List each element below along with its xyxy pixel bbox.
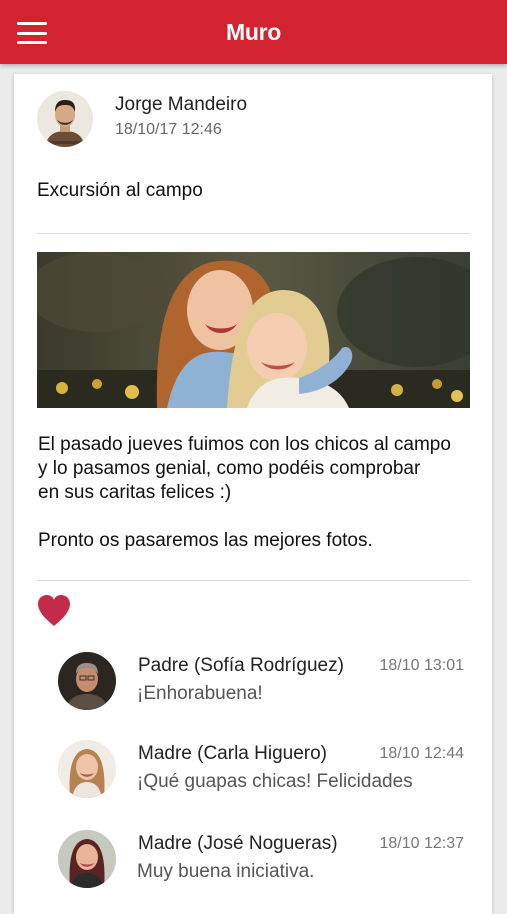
comment-item: Madre (José Nogueras) 18/10 12:37 Muy bu… [58, 830, 478, 900]
post-body-line: Pronto os pasaremos las mejores fotos. [38, 530, 373, 551]
comment-author[interactable]: Madre (Carla Higuero) [138, 743, 327, 765]
heart-icon[interactable] [36, 594, 72, 628]
divider [37, 233, 470, 234]
comment-item: Madre (Carla Higuero) 18/10 12:44 ¡Qué g… [58, 740, 478, 810]
comment-item: Padre (Sofía Rodríguez) 18/10 13:01 ¡Enh… [58, 652, 478, 722]
divider [37, 580, 470, 581]
post-body-line: y lo pasamos genial, como podéis comprob… [38, 458, 421, 479]
comment-author[interactable]: Padre (Sofía Rodríguez) [138, 655, 344, 677]
comment-text: Muy buena iniciativa. [137, 861, 315, 882]
post-photo[interactable] [37, 252, 470, 408]
comment-text: ¡Enhorabuena! [137, 683, 263, 704]
commenter-avatar[interactable] [58, 830, 116, 888]
comment-author[interactable]: Madre (José Nogueras) [138, 833, 338, 855]
app-bar: Muro [0, 0, 507, 64]
post-body-line: El pasado jueves fuimos con los chicos a… [38, 434, 451, 455]
comment-text: ¡Qué guapas chicas! Felicidades [137, 771, 413, 792]
post-date: 18/10/17 12:46 [115, 121, 222, 138]
post-title: Excursión al campo [37, 180, 203, 201]
author-avatar[interactable] [37, 91, 93, 147]
author-name[interactable]: Jorge Mandeiro [115, 94, 247, 116]
page-title: Muro [225, 19, 281, 45]
comment-time: 18/10 13:01 [379, 657, 464, 674]
comment-time: 18/10 12:44 [379, 745, 464, 762]
post-body: El pasado jueves fuimos con los chicos a… [38, 433, 478, 553]
comment-time: 18/10 12:37 [379, 835, 464, 852]
post-body-line: en sus caritas felices :) [38, 482, 232, 503]
commenter-avatar[interactable] [58, 740, 116, 798]
post-card: Jorge Mandeiro 18/10/17 12:46 Excursión … [14, 74, 492, 914]
commenter-avatar[interactable] [58, 652, 116, 710]
